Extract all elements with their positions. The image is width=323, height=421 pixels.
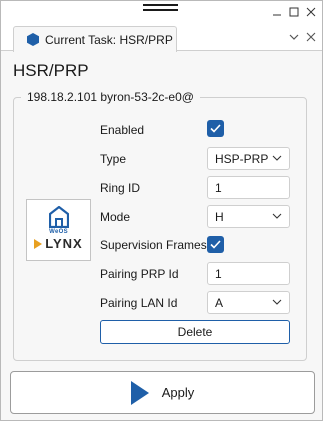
ring-id-label: Ring ID bbox=[100, 181, 141, 195]
chevron-down-icon bbox=[272, 299, 282, 305]
type-label: Type bbox=[100, 152, 127, 166]
chevron-down-icon bbox=[272, 213, 282, 219]
ring-id-input[interactable]: 1 bbox=[207, 176, 290, 199]
title-bar[interactable] bbox=[1, 1, 322, 23]
tab-tools bbox=[289, 31, 316, 45]
pairing-lan-id-select[interactable]: A bbox=[207, 291, 290, 314]
cube-icon bbox=[27, 33, 39, 46]
tab-label: Current Task: HSR/PRP bbox=[45, 32, 173, 47]
maximize-button[interactable] bbox=[287, 5, 301, 19]
pairing-prp-id-label: Pairing PRP Id bbox=[100, 267, 179, 281]
pairing-lan-id-label: Pairing LAN Id bbox=[100, 296, 178, 310]
weos-lynx-logo: WeOS LYNX bbox=[26, 199, 91, 261]
logo-lynx-text: LYNX bbox=[45, 236, 83, 251]
tab-strip: Current Task: HSR/PRP bbox=[1, 23, 322, 52]
drag-handle[interactable] bbox=[143, 4, 178, 11]
tab-current-task[interactable]: Current Task: HSR/PRP bbox=[13, 26, 177, 52]
close-icon bbox=[306, 7, 316, 17]
chevron-down-icon[interactable] bbox=[289, 31, 299, 45]
type-select-value: HSP-PRP bbox=[215, 152, 269, 166]
dialog-window: Current Task: HSR/PRP HSR/PRP 198.18.2.1… bbox=[0, 0, 323, 421]
logo-weos-text: WeOS bbox=[49, 229, 68, 235]
close-tab-icon[interactable] bbox=[306, 31, 316, 45]
close-button[interactable] bbox=[304, 5, 318, 19]
supervision-frames-label: Supervision Frames bbox=[100, 238, 207, 252]
pairing-prp-id-input[interactable]: 1 bbox=[207, 262, 290, 285]
apply-button[interactable]: Apply bbox=[10, 371, 315, 414]
mode-select-value: H bbox=[215, 210, 224, 224]
delete-button[interactable]: Delete bbox=[100, 320, 290, 344]
supervision-frames-checkbox[interactable] bbox=[207, 236, 224, 253]
apply-label: Apply bbox=[161, 385, 195, 400]
play-icon bbox=[130, 380, 149, 405]
maximize-icon bbox=[289, 7, 299, 17]
chevron-down-icon bbox=[272, 155, 282, 161]
enabled-label: Enabled bbox=[100, 123, 145, 137]
device-legend: 198.18.2.101 byron-53-2c-e0@ bbox=[21, 90, 200, 104]
lynx-arrow-icon bbox=[34, 238, 43, 249]
house-logo-icon bbox=[48, 206, 69, 228]
logo-lynx: LYNX bbox=[34, 236, 82, 251]
checkmark-icon bbox=[210, 124, 221, 133]
minimize-icon bbox=[273, 14, 281, 16]
minimize-button[interactable] bbox=[270, 5, 284, 19]
pairing-lan-id-value: A bbox=[215, 296, 224, 310]
checkmark-icon bbox=[210, 240, 221, 249]
type-select[interactable]: HSP-PRP bbox=[207, 147, 290, 170]
mode-label: Mode bbox=[100, 210, 131, 224]
enabled-checkbox[interactable] bbox=[207, 120, 224, 137]
window-controls bbox=[270, 5, 318, 19]
mode-select[interactable]: H bbox=[207, 205, 290, 228]
page-title: HSR/PRP bbox=[13, 61, 89, 80]
